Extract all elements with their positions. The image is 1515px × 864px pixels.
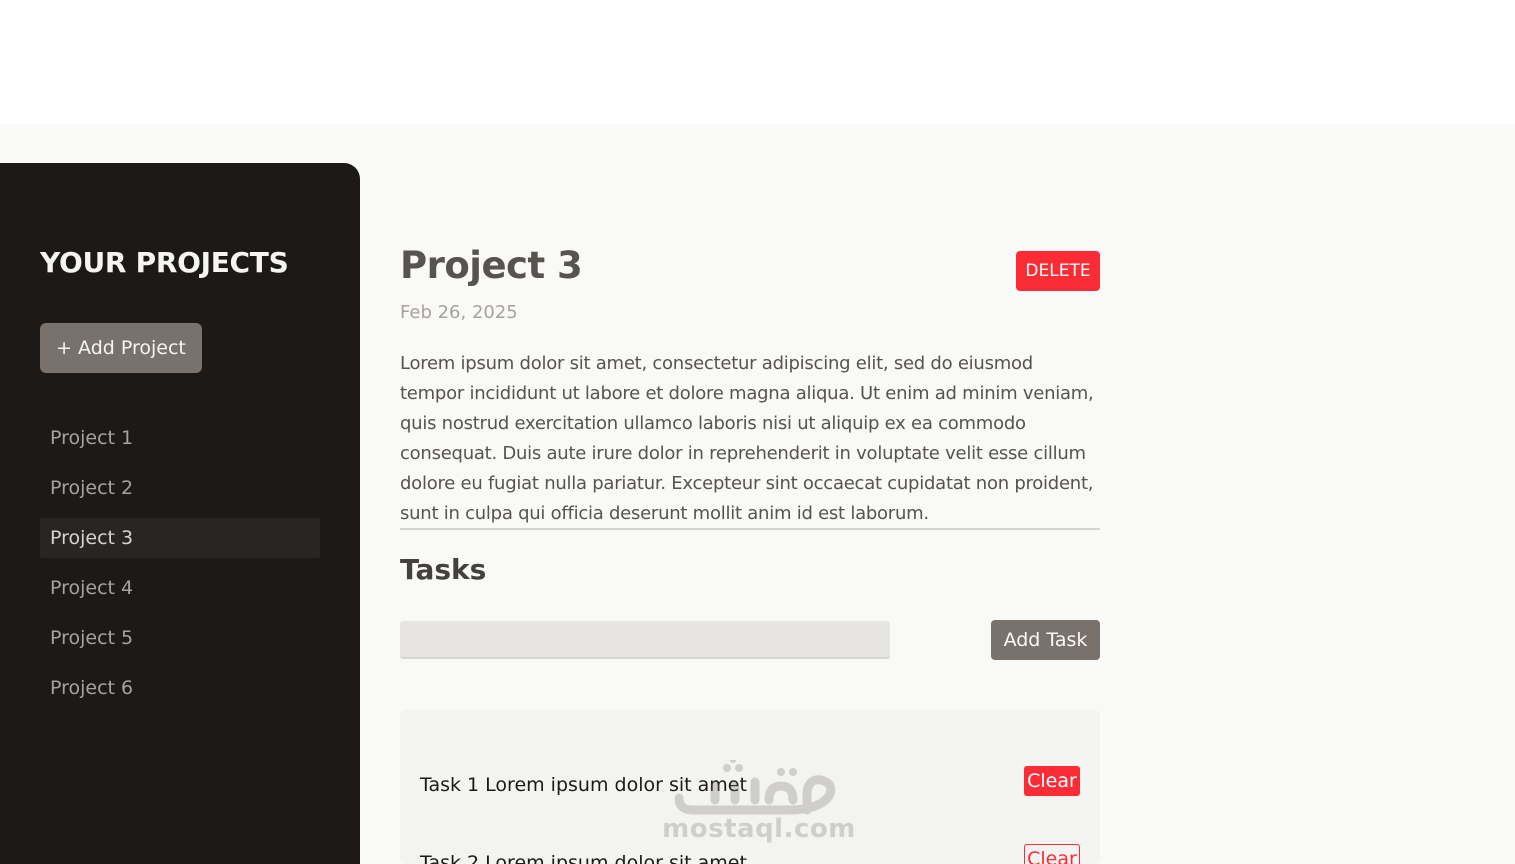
clear-task-button[interactable]: Clear [1024,844,1080,864]
project-description: Lorem ipsum dolor sit amet, consectetur … [400,353,1094,524]
sidebar-item-project-2[interactable]: Project 2 [40,468,320,508]
add-task-button[interactable]: Add Task [991,620,1100,660]
task-item: Task 2 Lorem ipsum dolor sit amet Clear [420,844,1080,864]
sidebar-item-project-3[interactable]: Project 3 [40,518,320,558]
project-date: Feb 26, 2025 [400,302,518,323]
project-list: Project 1 Project 2 Project 3 Project 4 … [40,418,320,718]
task-item: Task 1 Lorem ipsum dolor sit amet Clear [420,766,1080,806]
sidebar-title: YOUR PROJECTS [40,246,289,279]
tasks-heading: Tasks [400,553,487,586]
top-band [0,0,1515,124]
delete-project-button[interactable]: DELETE [1016,251,1100,291]
sidebar-item-project-1[interactable]: Project 1 [40,418,320,458]
task-text: Task 2 Lorem ipsum dolor sit amet [420,852,747,864]
new-task-input[interactable] [400,621,890,659]
clear-task-button[interactable]: Clear [1024,766,1080,796]
project-title: Project 3 [400,244,583,287]
sidebar-item-project-5[interactable]: Project 5 [40,618,320,658]
task-list: Task 1 Lorem ipsum dolor sit amet Clear … [400,710,1100,864]
sidebar-item-project-4[interactable]: Project 4 [40,568,320,608]
add-project-button[interactable]: + Add Project [40,323,202,373]
task-text: Task 1 Lorem ipsum dolor sit amet [420,774,747,796]
projects-sidebar: YOUR PROJECTS + Add Project Project 1 Pr… [0,163,360,864]
sidebar-item-project-6[interactable]: Project 6 [40,668,320,708]
description-divider [400,528,1100,530]
